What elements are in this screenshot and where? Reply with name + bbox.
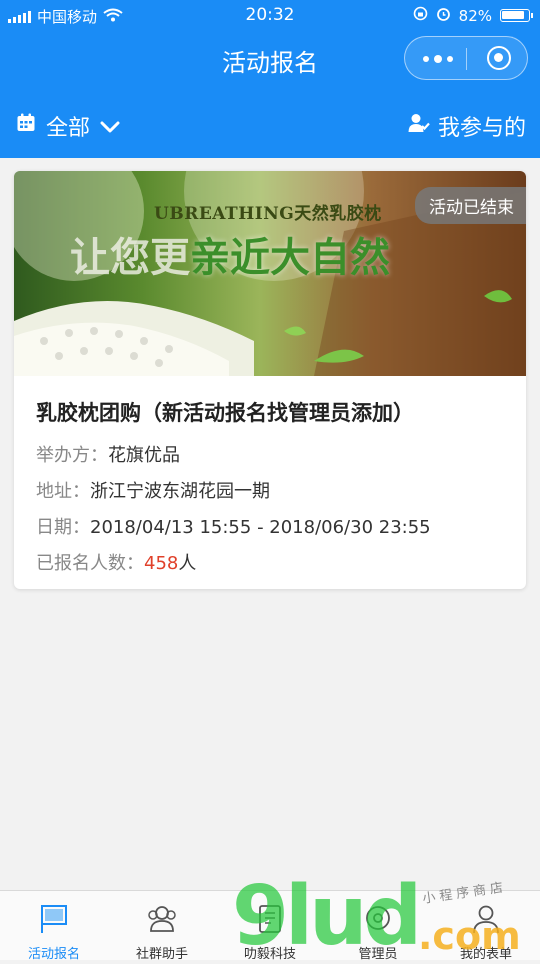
my-participated-button[interactable]: 我参与的 [408,110,526,142]
nav-bar: 活动报名 [0,32,540,88]
organizer-label: 举办方： [36,445,108,466]
book-icon [259,905,281,933]
tab-label: 管理员 [358,947,398,962]
banner-slogan: 让您更亲近大自然 [70,225,390,283]
battery-icon [500,9,533,22]
alarm-icon [436,6,451,25]
activity-card[interactable]: UBREATHING天然乳胶枕 让您更亲近大自然 活动已结束 乳胶枕团购（新活动… [14,171,526,589]
user-check-icon [408,113,430,139]
user-icon [473,905,499,934]
banner-slogan-green: 亲近大自然 [190,235,390,281]
group-icon [148,906,176,932]
tab-label: 社群助手 [135,947,188,962]
signup-count: 458 [144,553,179,574]
status-bar: 中国移动 20:32 82% [0,0,540,32]
signup-label: 已报名人数： [36,553,144,574]
address-label: 地址： [36,481,90,502]
signup-row: 已报名人数：458人 [36,549,196,575]
tab-label: 我的表单 [459,947,512,962]
tab-admin[interactable]: 管理员 [324,891,432,962]
address-row: 地址：浙江宁波东湖花园一期 [36,477,270,503]
organizer-value: 花旗优品 [108,445,180,466]
signup-unit: 人 [178,553,197,574]
flag-icon [41,905,67,933]
address-value: 浙江宁波东湖花园一期 [90,481,270,502]
capsule-divider [466,48,467,70]
date-value: 2018/04/13 15:55 - 2018/06/30 23:55 [90,517,431,538]
battery-percent: 82% [458,6,492,25]
admin-icon [366,906,390,930]
tab-label: 叻毅科技 [243,947,296,962]
rotation-lock-icon [413,6,428,25]
date-row: 日期：2018/04/13 15:55 - 2018/06/30 23:55 [36,513,431,539]
chevron-down-icon [100,114,120,139]
close-program-icon[interactable] [487,46,511,70]
tab-community-assistant[interactable]: 社群助手 [108,891,216,962]
banner-slogan-light: 让您更 [70,235,190,281]
banner-brand: UBREATHING天然乳胶枕 [154,204,382,224]
tab-my-forms[interactable]: 我的表单 [432,891,540,962]
more-icon[interactable] [423,55,453,63]
activity-name: 乳胶枕团购（新活动报名找管理员添加） [36,401,414,425]
organizer-row: 举办方：花旗优品 [36,441,180,467]
category-filter[interactable]: 全部 [16,110,120,142]
tab-bar: 活动报名 社群助手 叻毅科技 管理员 我的表单 [0,890,540,962]
tab-company[interactable]: 叻毅科技 [216,891,324,962]
calendar-icon [16,113,36,139]
status-badge: 活动已结束 [415,187,526,224]
mini-program-capsule [404,36,528,80]
filter-bar: 全部 我参与的 [0,88,540,158]
my-participated-label: 我参与的 [437,116,526,141]
tab-label: 活动报名 [27,947,80,962]
tab-activity-signup[interactable]: 活动报名 [0,891,108,962]
category-filter-label: 全部 [46,116,91,141]
date-label: 日期： [36,517,90,538]
